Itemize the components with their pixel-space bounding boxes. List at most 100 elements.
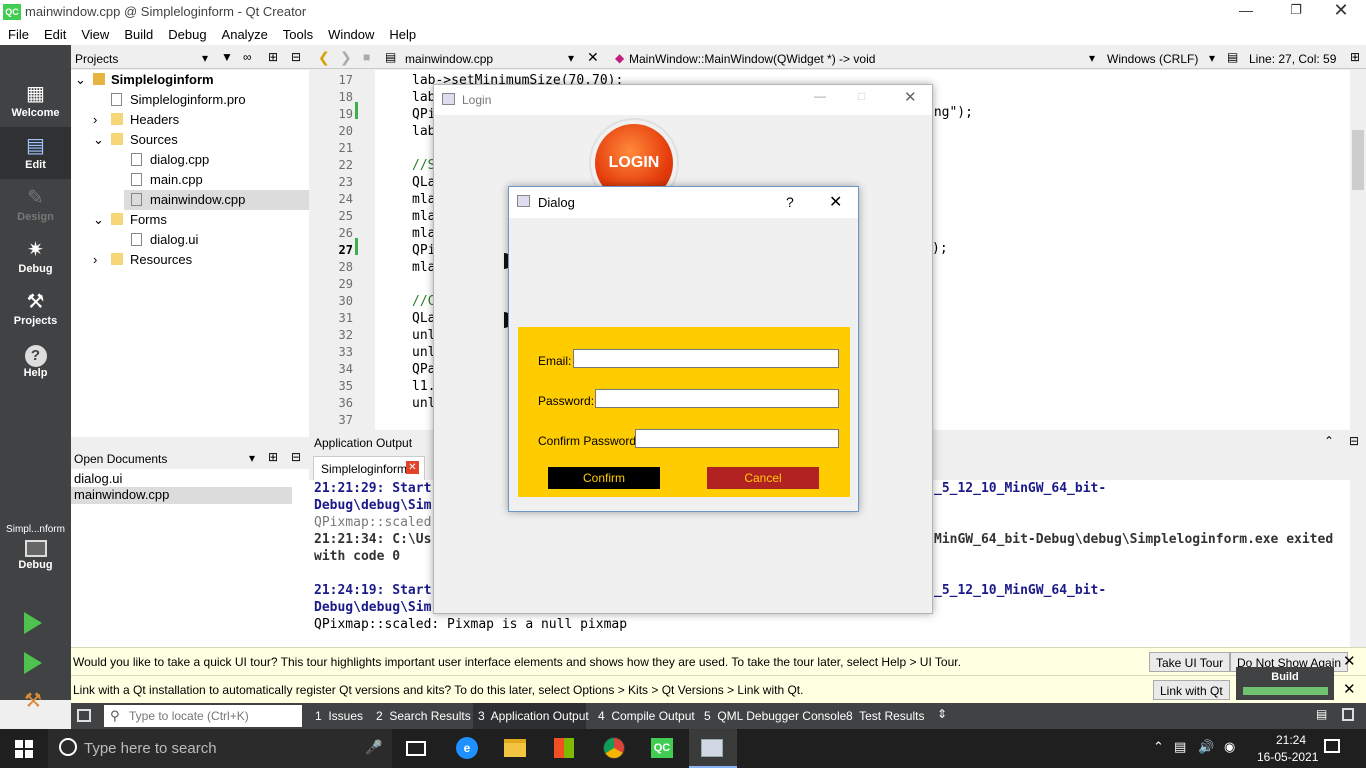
task-view-icon[interactable] (406, 741, 426, 756)
clock-time[interactable]: 21:24 (1276, 733, 1306, 747)
app-window-icon[interactable] (701, 739, 723, 757)
line-ending-dropdown-icon[interactable]: ▾ (1209, 51, 1215, 65)
expand-arrow-icon[interactable]: ⌄ (93, 130, 111, 150)
tree-item-mainwindow-cpp[interactable]: mainwindow.cpp (131, 190, 245, 210)
split-editor-icon[interactable]: ⊞ (1350, 50, 1360, 64)
close-panel-icon[interactable]: ⊟ (1349, 434, 1359, 448)
menu-window[interactable]: Window (320, 24, 381, 42)
tab-compile-output[interactable]: 4 Compile Output (598, 709, 695, 723)
menu-file[interactable]: File (0, 24, 36, 42)
qt-creator-taskbar-icon[interactable]: QC (651, 738, 673, 758)
password-field[interactable] (595, 389, 839, 408)
dropdown-icon[interactable]: ▾ (249, 451, 255, 465)
edge-icon[interactable]: e (456, 737, 478, 759)
tree-item-dialog-ui[interactable]: dialog.ui (131, 230, 198, 250)
email-field[interactable] (573, 349, 839, 368)
menu-edit[interactable]: Edit (36, 24, 73, 42)
scrollbar-thumb[interactable] (1352, 130, 1364, 190)
editor-vertical-scrollbar[interactable] (1350, 70, 1366, 430)
close-infobar-icon[interactable]: ✕ (1343, 652, 1356, 670)
minimize-button[interactable]: — (1234, 2, 1258, 22)
mode-help[interactable]: ? Help (0, 335, 71, 387)
open-document-item-selected[interactable]: mainwindow.cpp (71, 487, 292, 504)
menu-help[interactable]: Help (381, 24, 423, 42)
debug-run-icon[interactable] (24, 652, 42, 674)
mode-debug[interactable]: ✷ Debug (0, 231, 71, 283)
symbol-selector[interactable]: MainWindow::MainWindow(QWidget *) -> voi… (629, 52, 875, 66)
tree-item-pro-file[interactable]: Simpleloginform.pro (111, 90, 246, 110)
notifications-icon[interactable] (1324, 739, 1340, 753)
maximize-panel-icon[interactable]: ⌃ (1324, 434, 1334, 448)
tree-item-main-cpp[interactable]: main.cpp (131, 170, 203, 190)
output-tab[interactable]: Simpleloginform ✕ (313, 456, 425, 480)
split-icon[interactable]: ⊞ (268, 450, 278, 464)
collapse-arrow-icon[interactable]: › (93, 110, 111, 130)
login-close-button[interactable]: ✕ (904, 88, 917, 106)
file-explorer-icon[interactable] (504, 739, 526, 757)
take-ui-tour-button[interactable]: Take UI Tour (1149, 652, 1231, 672)
close-button[interactable]: ✕ (1329, 0, 1353, 22)
tree-item-resources[interactable]: › Resources (93, 250, 192, 270)
taskbar-search[interactable]: Type here to search 🎤 (48, 729, 392, 768)
expand-arrow-icon[interactable]: ⌄ (75, 70, 89, 90)
chrome-icon[interactable] (603, 737, 625, 759)
tree-item-dialog-cpp[interactable]: dialog.cpp (131, 150, 209, 170)
run-icon[interactable] (24, 612, 42, 634)
login-minimize-button[interactable]: — (814, 89, 826, 103)
open-document-item[interactable]: dialog.ui (74, 471, 122, 486)
toggle-right-sidebar-icon[interactable] (1342, 708, 1354, 721)
tree-item-headers[interactable]: › Headers (93, 110, 179, 130)
tab-issues[interactable]: 1 Issues (315, 709, 363, 723)
more-tabs-icon[interactable]: ⇕ (937, 707, 947, 721)
mode-edit[interactable]: ▤ Edit (0, 127, 71, 179)
windows-start-icon[interactable] (15, 740, 33, 758)
kit-selector[interactable]: Simpl...nform Debug (0, 523, 71, 591)
projects-dropdown-icon[interactable]: ▾ (202, 51, 208, 65)
tree-item-project[interactable]: ⌄ Simpleloginform (75, 70, 214, 90)
network-icon[interactable]: ▤ (1174, 739, 1186, 755)
close-tab-icon[interactable]: ✕ (406, 461, 419, 474)
filter-icon[interactable]: ▼ (221, 50, 233, 64)
split-icon[interactable]: ⊞ (268, 50, 278, 64)
volume-icon[interactable]: 🔊 (1198, 739, 1214, 755)
microphone-icon[interactable]: 🎤 (365, 739, 382, 756)
build-hammer-icon[interactable]: ⚒ (24, 688, 42, 713)
collapse-arrow-icon[interactable]: › (93, 250, 111, 270)
store-icon[interactable] (554, 738, 574, 758)
dialog-close-button[interactable]: ✕ (829, 192, 842, 212)
show-hidden-icons[interactable]: ⌃ (1153, 739, 1164, 755)
tree-item-forms[interactable]: ⌄ Forms (93, 210, 167, 230)
menu-view[interactable]: View (73, 24, 116, 42)
toggle-sidebar-icon[interactable] (77, 709, 91, 722)
menu-analyze[interactable]: Analyze (214, 24, 275, 42)
locator-input[interactable]: ⚲ Type to locate (Ctrl+K) (104, 705, 302, 727)
menu-build[interactable]: Build (116, 24, 160, 42)
close-infobar-icon[interactable]: ✕ (1343, 680, 1356, 698)
symbol-dropdown-icon[interactable]: ▾ (1089, 51, 1095, 65)
outline-icon[interactable]: ▤ (1227, 50, 1238, 64)
tab-application-output[interactable]: 3 Application Output (478, 709, 589, 723)
mode-projects[interactable]: ⚒ Projects (0, 283, 71, 335)
tab-search-results[interactable]: 2 Search Results (376, 709, 471, 723)
current-file-label[interactable]: mainwindow.cpp (405, 52, 493, 66)
progress-details-icon[interactable]: ▤ (1316, 707, 1327, 721)
dialog-help-button[interactable]: ? (786, 194, 794, 210)
wifi-icon[interactable]: ◉ (1224, 739, 1235, 755)
back-arrow-icon[interactable]: ❮ (318, 49, 330, 66)
tree-item-sources[interactable]: ⌄ Sources (93, 130, 178, 150)
close-panel-icon[interactable]: ⊟ (291, 450, 301, 464)
confirm-password-field[interactable] (635, 429, 839, 448)
line-ending-selector[interactable]: Windows (CRLF) (1107, 52, 1198, 66)
tab-test-results[interactable]: 8 Test Results (846, 709, 924, 723)
tab-qml-debugger-console[interactable]: 5 QML Debugger Console (704, 709, 846, 723)
mode-welcome[interactable]: ▦ Welcome (0, 75, 71, 127)
clock-date[interactable]: 16-05-2021 (1257, 750, 1318, 764)
confirm-button[interactable]: Confirm (548, 467, 660, 489)
cursor-position[interactable]: Line: 27, Col: 59 (1249, 52, 1336, 66)
restore-button[interactable]: ❐ (1284, 2, 1308, 22)
mode-design[interactable]: ✎ Design (0, 179, 71, 231)
menu-debug[interactable]: Debug (160, 24, 213, 42)
file-dropdown-icon[interactable]: ▾ (568, 51, 574, 65)
login-maximize-button[interactable]: □ (858, 89, 865, 103)
link-icon[interactable]: ∞ (243, 50, 252, 64)
